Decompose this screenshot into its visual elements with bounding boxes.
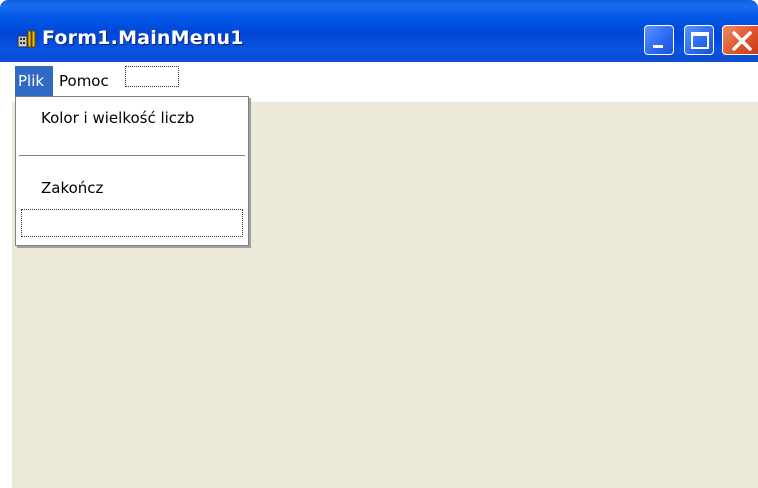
menu-item-kolor[interactable]: Kolor i wielkość liczb	[41, 109, 194, 127]
close-button[interactable]	[722, 25, 758, 55]
close-icon	[732, 31, 752, 51]
app-window: Form1.MainMenu1 Plik Pomoc Kolor i wielk…	[0, 0, 758, 488]
app-icon[interactable]	[17, 30, 37, 48]
title-bar[interactable]: Form1.MainMenu1	[0, 0, 758, 62]
plik-dropdown-menu: Kolor i wielkość liczb Zakończ	[15, 96, 249, 246]
dropdown-new-item-slot[interactable]	[21, 209, 243, 237]
menu-plik[interactable]: Plik	[15, 66, 53, 96]
menu-item-zakoncz[interactable]: Zakończ	[41, 179, 103, 197]
menu-separator	[19, 155, 245, 157]
maximize-button[interactable]	[684, 25, 714, 55]
menu-pomoc[interactable]: Pomoc	[56, 66, 112, 96]
menu-new-item-slot[interactable]	[125, 66, 179, 87]
minimize-icon	[653, 45, 663, 48]
maximize-icon	[691, 32, 709, 49]
window-title: Form1.MainMenu1	[42, 27, 244, 49]
minimize-button[interactable]	[644, 25, 674, 55]
